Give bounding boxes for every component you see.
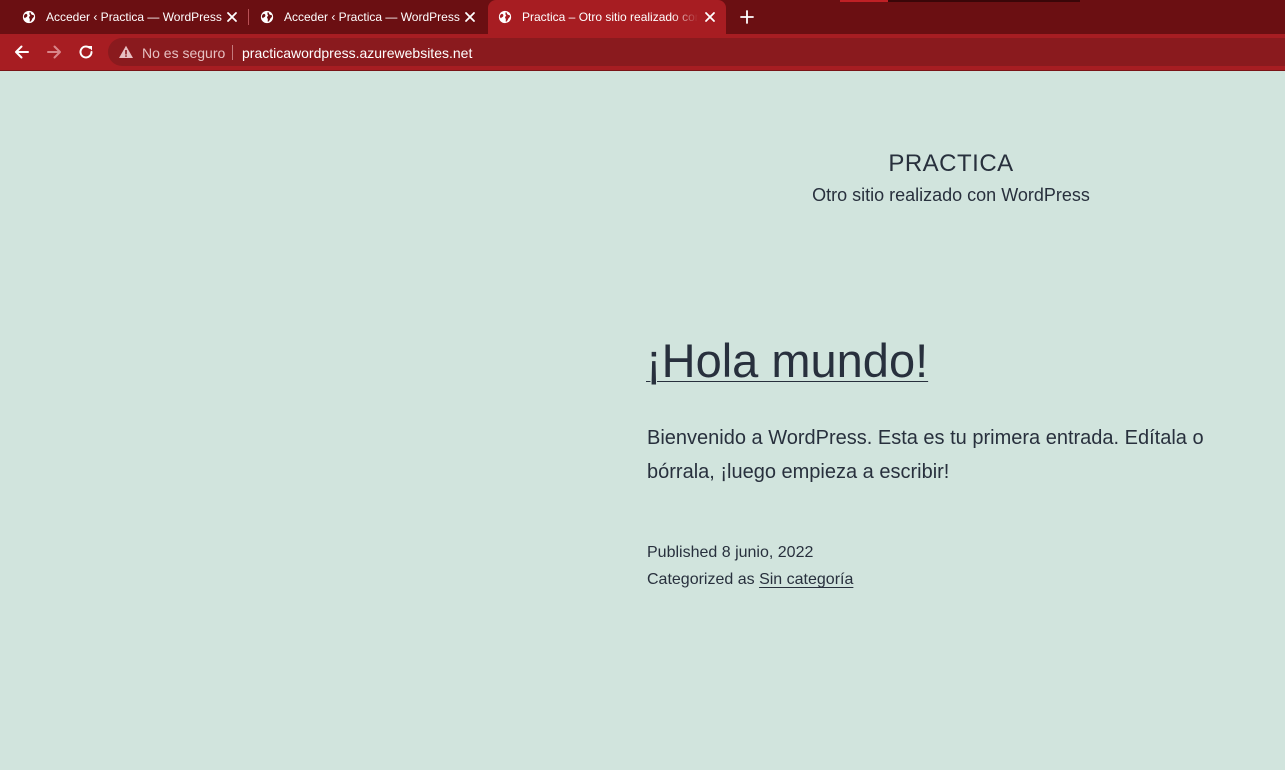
globe-icon <box>498 10 512 24</box>
arrow-left-icon[interactable] <box>12 42 32 62</box>
address-bar[interactable]: No es seguro practicawordpress.azurewebs… <box>108 38 1285 66</box>
arrow-right-icon[interactable] <box>44 42 64 62</box>
post-category-meta: Categorized as Sin categoría <box>647 571 853 589</box>
close-icon[interactable] <box>462 9 478 25</box>
url-text[interactable]: practicawordpress.azurewebsites.net <box>242 45 472 61</box>
published-date: 8 junio, 2022 <box>721 544 814 561</box>
globe-icon <box>22 10 36 24</box>
close-icon[interactable] <box>224 9 240 25</box>
strip-accent <box>840 0 888 2</box>
categorized-label: Categorized as <box>647 571 755 588</box>
published-label: Published <box>647 544 718 561</box>
reload-icon[interactable] <box>76 42 96 62</box>
close-icon[interactable] <box>702 9 718 25</box>
strip-accent-dark <box>888 0 1080 2</box>
tab-strip: Acceder ‹ Practica — WordPress Acceder ‹… <box>0 0 1285 34</box>
plus-icon[interactable] <box>738 8 756 26</box>
globe-icon <box>260 10 274 24</box>
tab-separator <box>248 9 249 25</box>
tab-practica-active[interactable]: Practica – Otro sitio realizado con Word… <box>488 0 726 34</box>
browser-toolbar: No es seguro practicawordpress.azurewebs… <box>0 34 1285 71</box>
tab-acceder-1[interactable]: Acceder ‹ Practica — WordPress <box>12 0 248 34</box>
site-tagline: Otro sitio realizado con WordPress <box>812 185 1090 205</box>
tab-title: Practica – Otro sitio realizado con Word… <box>522 10 698 24</box>
post-published-meta: Published 8 junio, 2022 <box>647 544 813 562</box>
tab-title: Acceder ‹ Practica — WordPress <box>284 10 460 24</box>
category-link[interactable]: Sin categoría <box>759 571 853 588</box>
warning-triangle-icon[interactable] <box>118 44 134 60</box>
tab-title: Acceder ‹ Practica — WordPress <box>46 10 222 24</box>
post-title-link[interactable]: ¡Hola mundo! <box>646 333 928 388</box>
site-title[interactable]: PRACTICA <box>651 150 1251 178</box>
post-excerpt: Bienvenido a WordPress. Esta es tu prime… <box>647 427 1204 483</box>
address-separator <box>232 45 233 60</box>
tab-acceder-2[interactable]: Acceder ‹ Practica — WordPress <box>250 0 486 34</box>
security-status-label[interactable]: No es seguro <box>142 45 225 61</box>
